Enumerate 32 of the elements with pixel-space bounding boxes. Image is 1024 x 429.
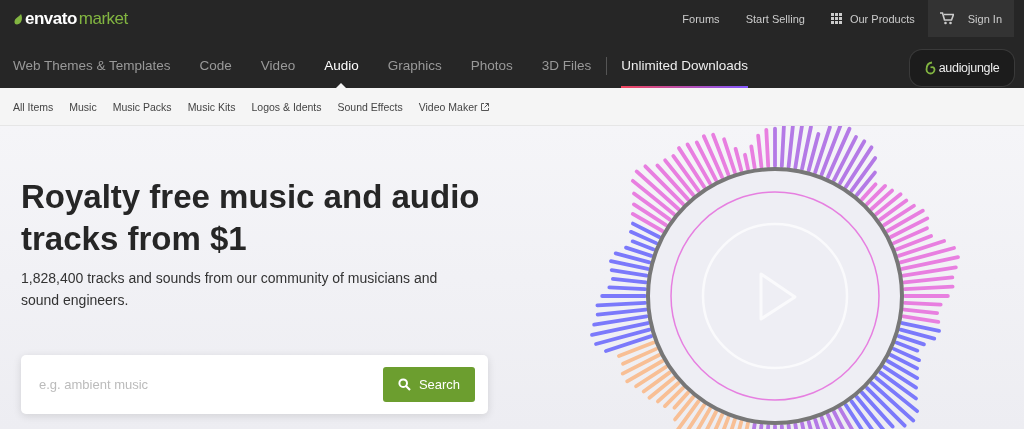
category-tab[interactable]: Unlimited Downloads: [621, 44, 749, 88]
category-tab[interactable]: Graphics: [387, 44, 442, 88]
subnav-link[interactable]: Music Packs: [112, 100, 172, 113]
hero-subtitle: 1,828,400 tracks and sounds from our community of musicians and sound engineers.: [21, 269, 439, 310]
category-tab[interactable]: Photos: [470, 44, 513, 88]
subnav-link[interactable]: All Items: [13, 100, 54, 113]
logo-text[interactable]: market: [78, 9, 128, 29]
nav-link[interactable]: Our Products: [849, 12, 915, 25]
subnav-link[interactable]: Music Kits: [187, 100, 236, 113]
cart-icon: [939, 12, 954, 25]
subnav-link[interactable]: Video Maker: [418, 100, 490, 113]
category-tab[interactable]: 3D Files: [541, 44, 592, 88]
grid-icon[interactable]: [830, 13, 842, 24]
leaf-icon: [14, 13, 23, 25]
nav-link[interactable]: Start Selling: [745, 12, 805, 25]
nav-link[interactable]: Forums: [682, 12, 720, 25]
category-tab[interactable]: Code: [199, 44, 232, 88]
category-tab[interactable]: Audio: [324, 44, 359, 88]
category-tab[interactable]: Video: [260, 44, 296, 88]
category-tab[interactable]: Web Themes & Templates: [13, 44, 171, 88]
logo-text[interactable]: envato: [25, 9, 77, 29]
swirl-icon: [924, 61, 936, 75]
hero-title: Royalty free music and audio tracks from $1: [21, 177, 481, 259]
site-badge[interactable]: audiojungle: [910, 50, 1014, 86]
subnav-link[interactable]: Logos & Idents: [251, 100, 322, 113]
sign-in-label: Sign In: [967, 12, 1002, 25]
subnav-link[interactable]: Music: [69, 100, 97, 113]
external-link-icon: [481, 102, 490, 111]
sign-in-button[interactable]: Sign In: [927, 0, 1014, 37]
badge-text: audiojungle: [938, 61, 1000, 75]
subnav-link[interactable]: Sound Effects: [337, 100, 403, 113]
search-icon: [397, 378, 411, 391]
